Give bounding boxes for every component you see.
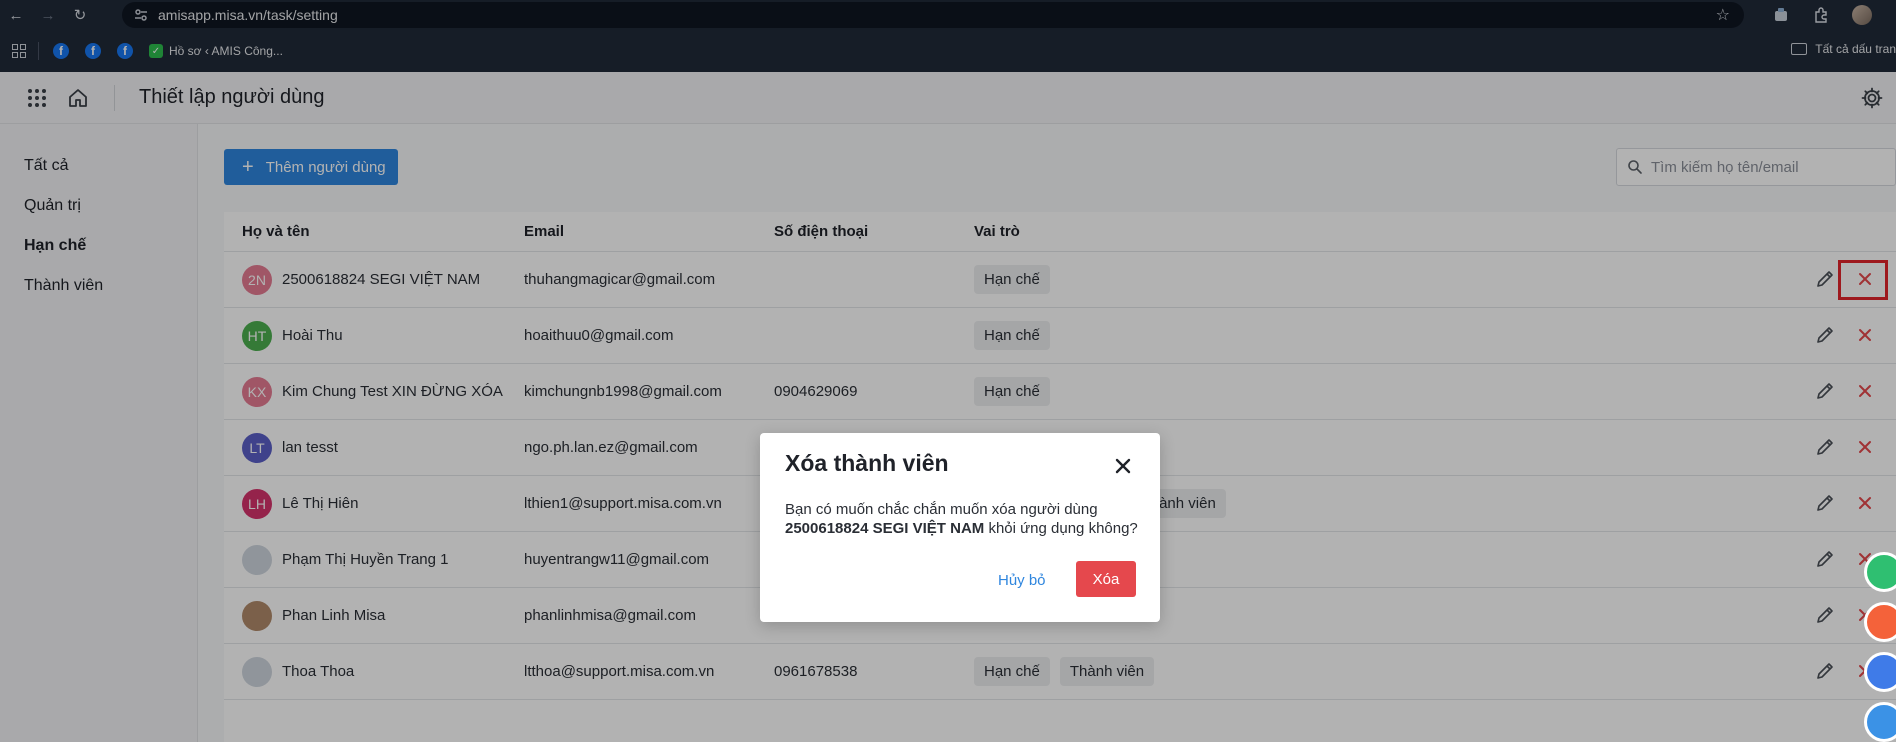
dialog-message-suffix: khỏi ứng dụng không? — [988, 520, 1138, 537]
message-widget-icon[interactable] — [1864, 652, 1896, 692]
dialog-message: Bạn có muốn chắc chắn muốn xóa người dùn… — [785, 500, 1145, 538]
spark-widget-icon[interactable] — [1864, 602, 1896, 642]
delete-member-dialog: Xóa thành viên Bạn có muốn chắc chắn muố… — [760, 433, 1160, 622]
cancel-button[interactable]: Hủy bỏ — [998, 563, 1046, 599]
confirm-delete-button[interactable]: Xóa — [1076, 561, 1136, 597]
play-widget-icon[interactable] — [1864, 702, 1896, 742]
chat-widget-icon[interactable] — [1864, 552, 1896, 592]
modal-backdrop — [0, 0, 1896, 742]
close-icon[interactable] — [1112, 455, 1134, 477]
dialog-user-name: 2500618824 SEGI VIỆT NAM — [785, 520, 985, 537]
dialog-title: Xóa thành viên — [785, 450, 949, 476]
dialog-message-prefix: Bạn có muốn chắc chắn muốn xóa người dùn… — [785, 501, 1098, 518]
